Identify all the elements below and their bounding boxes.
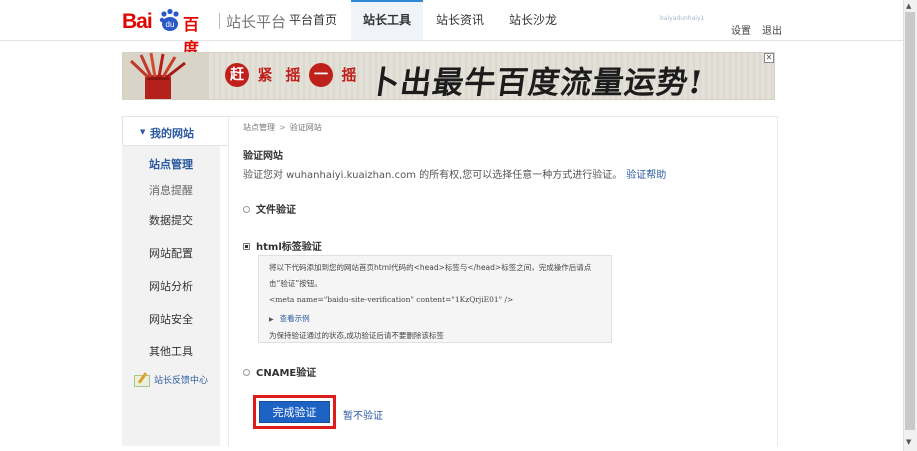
- option-file-verification[interactable]: 文件验证: [243, 201, 296, 216]
- instruction-line-2: 击“验证”按钮。: [269, 279, 322, 288]
- option-html-tag-verification[interactable]: html标签验证: [243, 238, 322, 253]
- instruction-line-1: 将以下代码添加到您的网站首页html代码的<head>标签与</head>标签之…: [269, 263, 592, 272]
- banner-cell: 赶: [225, 63, 249, 87]
- cname-verification-radio[interactable]: [243, 368, 250, 376]
- option-cname-verification[interactable]: CNAME验证: [243, 364, 316, 379]
- sidebar-item-site-security[interactable]: 网站安全: [149, 311, 193, 327]
- platform-name: 站长平台: [226, 13, 287, 31]
- logo-divider: [219, 13, 220, 29]
- username-link[interactable]: baiyadunhaiy1: [660, 14, 726, 24]
- logo-text-du: du: [166, 20, 175, 29]
- promo-banner[interactable]: 赶 紧 摇 一 摇 卜出最牛百度流量运势!: [122, 52, 775, 100]
- verify-site-panel: 站点管理 > 验证网站 验证网站 验证您对 wuhanhaiyi.kuaizhan.…: [228, 116, 778, 446]
- banner-cell: 一: [309, 63, 333, 87]
- sidebar-feedback-link[interactable]: 站长反馈中心: [134, 373, 208, 387]
- description-text: 验证您对 wuhanhaiyi.kuaizhan.com 的所有权,您可以选择任…: [243, 170, 623, 181]
- top-navigation-bar: Bai du 百度 站长平台 平台首页 站长工具 站长资讯 站长沙龙 baiya…: [0, 0, 903, 58]
- keep-tag-note: 为保持验证通过的状态,成功验证后请不要删除该标签: [269, 331, 444, 340]
- breadcrumb-separator: >: [279, 123, 286, 132]
- logout-link[interactable]: 退出: [762, 22, 782, 37]
- feedback-pencil-icon: [134, 374, 150, 387]
- html-tag-instructions: 将以下代码添加到您的网站首页html代码的<head>标签与</head>标签之…: [258, 255, 612, 343]
- tab-webmaster-news[interactable]: 站长资讯: [428, 0, 492, 40]
- tab-webmaster-salon[interactable]: 站长沙龙: [500, 0, 566, 40]
- breadcrumb-verify-site: 验证网站: [289, 123, 322, 132]
- verify-description: 验证您对 wuhanhaiyi.kuaizhan.com 的所有权,您可以选择任…: [243, 166, 666, 181]
- sidebar-item-site-config[interactable]: 网站配置: [149, 245, 193, 261]
- tab-platform-home[interactable]: 平台首页: [278, 0, 348, 40]
- scroll-down-arrow-icon[interactable]: ▼: [906, 438, 911, 446]
- sidebar-item-other-tools[interactable]: 其他工具: [149, 343, 193, 359]
- breadcrumb: 站点管理 > 验证网站: [243, 122, 322, 133]
- banner-cell: 摇: [341, 66, 357, 84]
- tab-webmaster-tools[interactable]: 站长工具: [351, 0, 423, 40]
- baidu-paw-icon: du: [159, 8, 179, 31]
- scroll-up-arrow-icon[interactable]: ▲: [906, 2, 911, 10]
- sidebar-item-data-submit[interactable]: 数据提交: [149, 212, 193, 228]
- html-tag-verification-radio[interactable]: [243, 242, 250, 250]
- fortune-sticks-icon: [123, 53, 209, 99]
- page-title: 验证网站: [243, 151, 283, 162]
- verification-meta-code[interactable]: <meta name="baidu-site-verification" con…: [269, 295, 513, 304]
- finish-button-highlight: 完成验证: [253, 395, 336, 429]
- option-label: html标签验证: [256, 242, 322, 253]
- sidebar: ▼ 我的网站 站点管理 消息提醒 数据提交 网站配置 网站分析 网站安全 其他工…: [122, 116, 228, 446]
- finish-verification-button[interactable]: 完成验证: [259, 401, 330, 423]
- sidebar-item-site-analysis[interactable]: 网站分析: [149, 278, 193, 294]
- file-verification-radio[interactable]: [243, 205, 250, 213]
- banner-slogan: 卜出最牛百度流量运势!: [365, 65, 706, 100]
- banner-cell: 摇: [285, 66, 301, 84]
- caret-down-icon: ▼: [140, 128, 146, 136]
- scrollbar-thumb[interactable]: [905, 12, 915, 430]
- caret-right-icon: ▶: [269, 316, 274, 323]
- banner-cell: 紧: [257, 66, 273, 84]
- sidebar-item-site-management[interactable]: 站点管理: [149, 156, 193, 172]
- sidebar-section-label: 我的网站: [150, 127, 194, 140]
- sidebar-item-message-alerts[interactable]: 消息提醒: [149, 182, 193, 198]
- skip-verification-link[interactable]: 暂不验证: [343, 407, 383, 422]
- option-label: CNAME验证: [256, 368, 317, 379]
- feedback-label: 站长反馈中心: [154, 376, 209, 386]
- option-label: 文件验证: [256, 205, 296, 216]
- breadcrumb-site-management[interactable]: 站点管理: [243, 123, 275, 132]
- view-example-toggle[interactable]: ▶ 查看示例: [269, 313, 310, 324]
- sidebar-section-my-sites[interactable]: ▼ 我的网站: [122, 116, 228, 146]
- verify-help-link[interactable]: 验证帮助: [626, 170, 666, 181]
- logo-text-bai: Bai: [122, 10, 153, 33]
- view-example-label: 查看示例: [279, 314, 310, 323]
- settings-link[interactable]: 设置: [731, 22, 751, 37]
- banner-close-icon[interactable]: ✕: [764, 53, 774, 63]
